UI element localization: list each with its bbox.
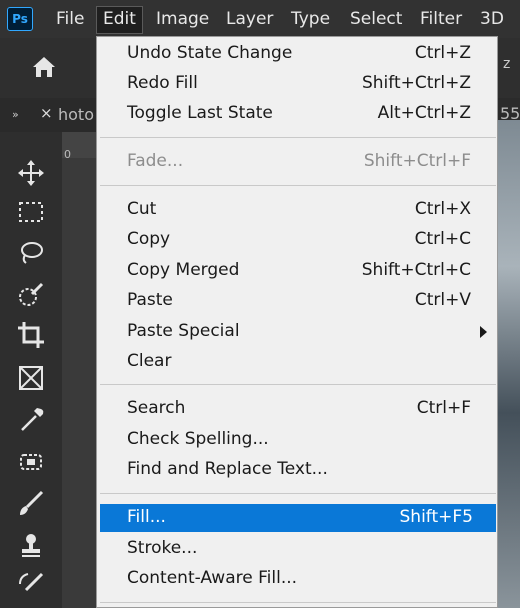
photoshop-logo: Ps <box>7 7 33 31</box>
menu-separator <box>100 493 496 494</box>
menu-separator <box>100 185 496 186</box>
menu-item-label: Undo State Change <box>127 43 293 63</box>
ruler-mark: 0 <box>64 148 71 161</box>
menu-item-label: Fill... <box>127 507 166 527</box>
menu-item-fill[interactable]: Fill... Shift+F5 <box>100 504 496 532</box>
menu-item-label: Stroke... <box>127 538 198 558</box>
menu-item-redo-fill[interactable]: Redo Fill Shift+Ctrl+Z <box>97 70 497 98</box>
home-icon[interactable] <box>30 53 58 81</box>
edit-menu-dropdown: Undo State Change Ctrl+Z Redo Fill Shift… <box>96 36 498 608</box>
menu-item-copy-merged[interactable]: Copy Merged Shift+Ctrl+C <box>97 257 497 285</box>
menu-item-paste[interactable]: Paste Ctrl+V <box>97 287 497 315</box>
eyedropper-tool-icon[interactable] <box>16 405 46 435</box>
menu-item-label: Redo Fill <box>127 73 198 93</box>
move-tool-icon[interactable] <box>16 158 46 188</box>
marquee-tool-icon[interactable] <box>16 197 46 227</box>
menu-item-stroke[interactable]: Stroke... <box>97 535 497 563</box>
lasso-tool-icon[interactable] <box>16 238 46 268</box>
brush-tool-icon[interactable] <box>16 488 46 518</box>
menu-separator <box>100 602 496 603</box>
menu-item-label: Content-Aware Fill... <box>127 568 298 588</box>
crop-tool-icon[interactable] <box>16 320 46 350</box>
menu-item-fade: Fade... Shift+Ctrl+F <box>97 148 497 176</box>
vertical-ruler <box>62 132 100 608</box>
menu-item-label: Clear <box>127 351 172 371</box>
menu-separator <box>100 137 496 138</box>
clone-stamp-tool-icon[interactable] <box>16 530 46 560</box>
menu-filter[interactable]: Filter <box>414 6 468 32</box>
frame-tool-icon[interactable] <box>16 363 46 393</box>
menu-item-clear[interactable]: Clear <box>97 348 497 376</box>
menu-item-content-aware-fill[interactable]: Content-Aware Fill... <box>97 565 497 593</box>
menu-select[interactable]: Select <box>344 6 408 32</box>
menu-item-shortcut: Shift+Ctrl+C <box>361 260 471 280</box>
menu-item-find-and-replace-text[interactable]: Find and Replace Text... <box>97 456 497 484</box>
canvas-edge <box>498 120 520 608</box>
menu-item-shortcut: Shift+Ctrl+Z <box>361 73 471 93</box>
menu-item-shortcut: Shift+Ctrl+F <box>363 151 471 171</box>
menu-item-toggle-last-state[interactable]: Toggle Last State Alt+Ctrl+Z <box>97 100 497 128</box>
menu-item-check-spelling[interactable]: Check Spelling... <box>97 426 497 454</box>
menu-item-label: Cut <box>127 199 157 219</box>
panel-expand-icon[interactable]: » <box>12 108 19 121</box>
menu-item-paste-special[interactable]: Paste Special <box>97 318 497 346</box>
tab-close-icon[interactable]: × <box>40 104 53 122</box>
menu-separator <box>100 384 496 385</box>
submenu-arrow-icon <box>480 326 487 338</box>
menu-3d[interactable]: 3D <box>474 6 510 32</box>
quick-selection-tool-icon[interactable] <box>16 280 46 310</box>
options-fragment: z <box>503 56 511 72</box>
document-tab-title[interactable]: hoto <box>58 105 94 124</box>
menu-item-label: Copy Merged <box>127 260 240 280</box>
menu-image[interactable]: Image <box>150 6 215 32</box>
menu-file[interactable]: File <box>50 6 90 32</box>
menu-item-shortcut: Ctrl+F <box>416 398 471 418</box>
menu-type[interactable]: Type <box>285 6 336 32</box>
menu-item-label: Fade... <box>127 151 184 171</box>
menu-bar: Ps File Edit Image Layer Type Select Fil… <box>0 0 520 38</box>
menu-item-search[interactable]: Search Ctrl+F <box>97 395 497 423</box>
menu-item-cut[interactable]: Cut Ctrl+X <box>97 196 497 224</box>
menu-item-label: Find and Replace Text... <box>127 459 328 479</box>
menu-item-label: Copy <box>127 229 171 249</box>
menu-edit[interactable]: Edit <box>96 6 143 34</box>
menu-item-shortcut: Shift+F5 <box>399 507 473 527</box>
menu-item-label: Paste Special <box>127 321 240 341</box>
history-brush-tool-icon[interactable] <box>16 568 46 598</box>
menu-item-shortcut: Ctrl+C <box>414 229 471 249</box>
menu-item-shortcut: Ctrl+X <box>414 199 471 219</box>
spot-healing-tool-icon[interactable] <box>16 447 46 477</box>
menu-item-copy[interactable]: Copy Ctrl+C <box>97 226 497 254</box>
menu-item-shortcut: Ctrl+Z <box>414 43 471 63</box>
menu-item-label: Paste <box>127 290 173 310</box>
menu-item-label: Check Spelling... <box>127 429 269 449</box>
menu-item-undo-state-change[interactable]: Undo State Change Ctrl+Z <box>97 40 497 68</box>
menu-item-label: Toggle Last State <box>127 103 273 123</box>
menu-layer[interactable]: Layer <box>220 6 279 32</box>
menu-item-label: Search <box>127 398 186 418</box>
menu-item-shortcut: Alt+Ctrl+Z <box>377 103 471 123</box>
menu-item-shortcut: Ctrl+V <box>414 290 471 310</box>
